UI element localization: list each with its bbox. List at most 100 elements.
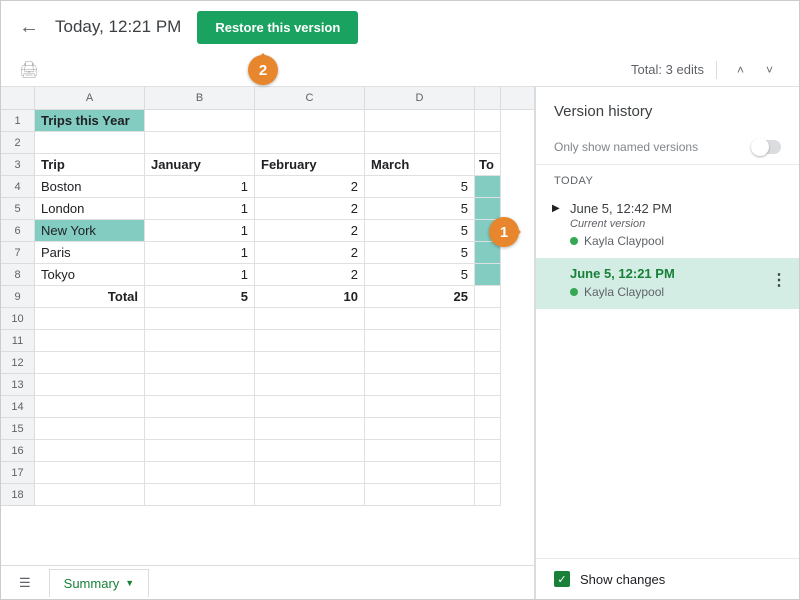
- cell[interactable]: [35, 374, 145, 396]
- show-changes-checkbox[interactable]: ✓: [554, 571, 570, 587]
- cell[interactable]: 2: [255, 242, 365, 264]
- restore-version-button[interactable]: Restore this version: [197, 11, 358, 44]
- cell[interactable]: [365, 132, 475, 154]
- cell[interactable]: [255, 418, 365, 440]
- cell[interactable]: [35, 396, 145, 418]
- cell[interactable]: Paris: [35, 242, 145, 264]
- column-header[interactable]: A: [35, 87, 145, 109]
- cell[interactable]: [145, 308, 255, 330]
- expand-icon[interactable]: ▶: [552, 203, 560, 214]
- column-header[interactable]: C: [255, 87, 365, 109]
- cell[interactable]: [35, 352, 145, 374]
- row-header[interactable]: 15: [1, 418, 35, 440]
- cell[interactable]: [145, 462, 255, 484]
- cell[interactable]: [365, 110, 475, 132]
- row-header[interactable]: 13: [1, 374, 35, 396]
- cell[interactable]: [255, 462, 365, 484]
- cell[interactable]: February: [255, 154, 365, 176]
- grid[interactable]: 1Trips this Year23TripJanuaryFebruaryMar…: [1, 110, 534, 565]
- cell[interactable]: 2: [255, 264, 365, 286]
- cell[interactable]: [145, 132, 255, 154]
- cell[interactable]: New York: [35, 220, 145, 242]
- sheet-tab-summary[interactable]: Summary ▼: [49, 569, 150, 597]
- cell[interactable]: [145, 418, 255, 440]
- cell[interactable]: Trips this Year: [35, 110, 145, 132]
- cell[interactable]: [365, 462, 475, 484]
- row-header[interactable]: 18: [1, 484, 35, 506]
- named-only-toggle[interactable]: [751, 140, 781, 154]
- cell[interactable]: 5: [365, 264, 475, 286]
- cell[interactable]: 1: [145, 264, 255, 286]
- cell[interactable]: [35, 440, 145, 462]
- cell[interactable]: [365, 308, 475, 330]
- cell[interactable]: [255, 132, 365, 154]
- cell[interactable]: 5: [365, 176, 475, 198]
- prev-edit-button[interactable]: ˄: [729, 59, 752, 81]
- print-icon[interactable]: 🖨: [19, 60, 39, 80]
- cell[interactable]: Boston: [35, 176, 145, 198]
- row-header[interactable]: 14: [1, 396, 35, 418]
- cell[interactable]: [35, 330, 145, 352]
- cell[interactable]: 1: [145, 176, 255, 198]
- cell[interactable]: January: [145, 154, 255, 176]
- cell[interactable]: [365, 440, 475, 462]
- cell[interactable]: [255, 440, 365, 462]
- cell[interactable]: [365, 352, 475, 374]
- cell[interactable]: [255, 110, 365, 132]
- cell[interactable]: [145, 396, 255, 418]
- row-header[interactable]: 9: [1, 286, 35, 308]
- cell[interactable]: [35, 132, 145, 154]
- cell[interactable]: [255, 396, 365, 418]
- cell[interactable]: Total: [35, 286, 145, 308]
- version-item[interactable]: ▶June 5, 12:42 PMCurrent versionKayla Cl…: [536, 193, 799, 258]
- cell[interactable]: [145, 330, 255, 352]
- row-header[interactable]: 12: [1, 352, 35, 374]
- cell[interactable]: [145, 374, 255, 396]
- cell[interactable]: 5: [365, 242, 475, 264]
- cell[interactable]: 2: [255, 198, 365, 220]
- cell[interactable]: 5: [145, 286, 255, 308]
- cell[interactable]: [35, 484, 145, 506]
- row-header[interactable]: 17: [1, 462, 35, 484]
- cell[interactable]: March: [365, 154, 475, 176]
- cell[interactable]: 1: [145, 220, 255, 242]
- cell[interactable]: [255, 308, 365, 330]
- row-header[interactable]: 5: [1, 198, 35, 220]
- row-header[interactable]: 7: [1, 242, 35, 264]
- cell[interactable]: [365, 418, 475, 440]
- row-header[interactable]: 1: [1, 110, 35, 132]
- cell[interactable]: [365, 484, 475, 506]
- cell[interactable]: [35, 462, 145, 484]
- cell[interactable]: 1: [145, 242, 255, 264]
- column-header[interactable]: D: [365, 87, 475, 109]
- cell[interactable]: 5: [365, 220, 475, 242]
- back-arrow-icon[interactable]: ←: [19, 16, 39, 39]
- cell[interactable]: 10: [255, 286, 365, 308]
- cell[interactable]: [145, 484, 255, 506]
- cell[interactable]: 2: [255, 176, 365, 198]
- column-header[interactable]: B: [145, 87, 255, 109]
- more-icon[interactable]: ⋮: [771, 270, 787, 290]
- cell[interactable]: 1: [145, 198, 255, 220]
- row-header[interactable]: 11: [1, 330, 35, 352]
- cell[interactable]: 25: [365, 286, 475, 308]
- row-header[interactable]: 6: [1, 220, 35, 242]
- cell[interactable]: Tokyo: [35, 264, 145, 286]
- cell[interactable]: [365, 396, 475, 418]
- cell[interactable]: [145, 352, 255, 374]
- cell[interactable]: [365, 330, 475, 352]
- version-item[interactable]: June 5, 12:21 PMKayla Claypool⋮: [536, 258, 799, 309]
- row-header[interactable]: 4: [1, 176, 35, 198]
- sheet-tab-dropdown-icon[interactable]: ▼: [125, 578, 134, 588]
- cell[interactable]: [365, 374, 475, 396]
- cell[interactable]: 5: [365, 198, 475, 220]
- cell[interactable]: [255, 374, 365, 396]
- cell[interactable]: [35, 308, 145, 330]
- cell[interactable]: [255, 484, 365, 506]
- cell[interactable]: 2: [255, 220, 365, 242]
- row-header[interactable]: 10: [1, 308, 35, 330]
- row-header[interactable]: 3: [1, 154, 35, 176]
- cell[interactable]: [145, 440, 255, 462]
- row-header[interactable]: 16: [1, 440, 35, 462]
- cell[interactable]: [35, 418, 145, 440]
